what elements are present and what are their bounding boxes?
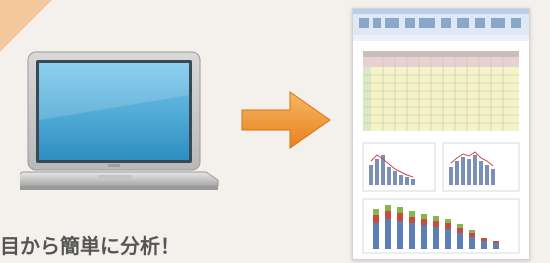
caption-text: 目から簡単に分析！ (0, 234, 180, 258)
corner-decoration (0, 0, 52, 52)
laptop-icon (13, 50, 220, 200)
spreadsheet-preview-icon (352, 8, 530, 260)
arrow-right-icon (240, 88, 335, 156)
